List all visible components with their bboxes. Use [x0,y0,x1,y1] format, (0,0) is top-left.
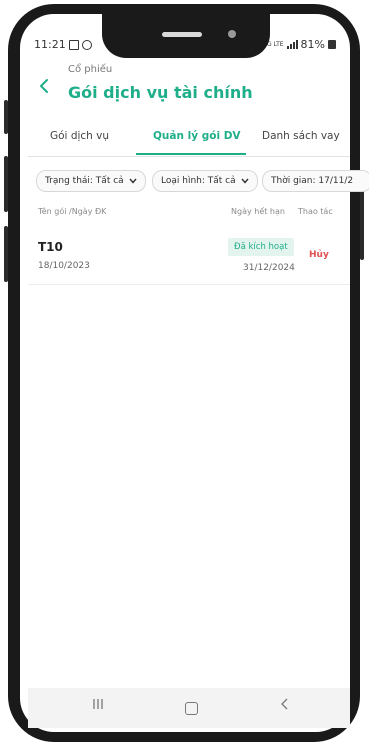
filter-time[interactable]: Thời gian: 17/11/2 [262,170,369,192]
chevron-left-icon [281,698,288,710]
phone-notch [102,14,270,58]
battery-level: 81% [300,38,325,51]
filter-status[interactable]: Trạng thái: Tất cả [36,170,146,192]
status-time: 11:21 [34,38,66,51]
recent-apps-button[interactable] [92,698,104,714]
registration-date: 18/10/2023 [38,261,90,271]
back-button[interactable] [38,78,52,96]
cancel-button[interactable]: Hủy [309,250,329,260]
gallery-icon [68,39,79,50]
speaker-grille [162,32,202,37]
chevron-down-icon [241,177,249,186]
filter-time-label: Thời gian: 17/11/2 [271,176,354,186]
chevron-down-icon [129,177,137,186]
filter-status-label: Trạng thái: Tất cả [45,176,124,186]
column-header-name-date: Tên gói /Ngày ĐK [38,207,107,216]
recent-apps-icon [93,699,103,709]
home-button[interactable] [185,702,198,715]
signal-icon [286,40,298,49]
column-header-action: Thao tác [298,207,333,216]
power-button [360,180,364,260]
table-row[interactable]: T10 18/10/2023 Đã kích hoạt 31/12/2024 H… [28,228,350,285]
breadcrumb[interactable]: Cổ phiếu [68,64,112,75]
status-bar-right: 4G LTE 81% [263,38,336,51]
tab-loan-list[interactable]: Danh sách vay [262,130,340,142]
battery-icon [328,40,336,49]
tab-bar: Gói dịch vụ Quản lý gói DV Danh sách vay [28,122,350,157]
notification-icon [81,39,92,50]
back-nav-button[interactable] [280,698,290,714]
status-badge: Đã kích hoạt [228,238,294,256]
system-nav-bar [28,688,350,728]
chevron-left-icon [40,79,48,93]
active-tab-indicator [136,153,246,155]
filter-type-label: Loại hình: Tất cả [161,176,236,186]
tab-manage-packages[interactable]: Quản lý gói DV [153,130,241,142]
column-header-expiry: Ngày hết hạn [231,207,285,216]
front-camera [228,30,236,38]
package-name: T10 [38,240,63,254]
expiry-date: 31/12/2024 [243,263,295,273]
status-bar-left: 11:21 [34,38,92,51]
tab-service-packages[interactable]: Gói dịch vụ [50,130,109,142]
page-title: Gói dịch vụ tài chính [68,83,253,102]
filter-type[interactable]: Loại hình: Tất cả [152,170,258,192]
